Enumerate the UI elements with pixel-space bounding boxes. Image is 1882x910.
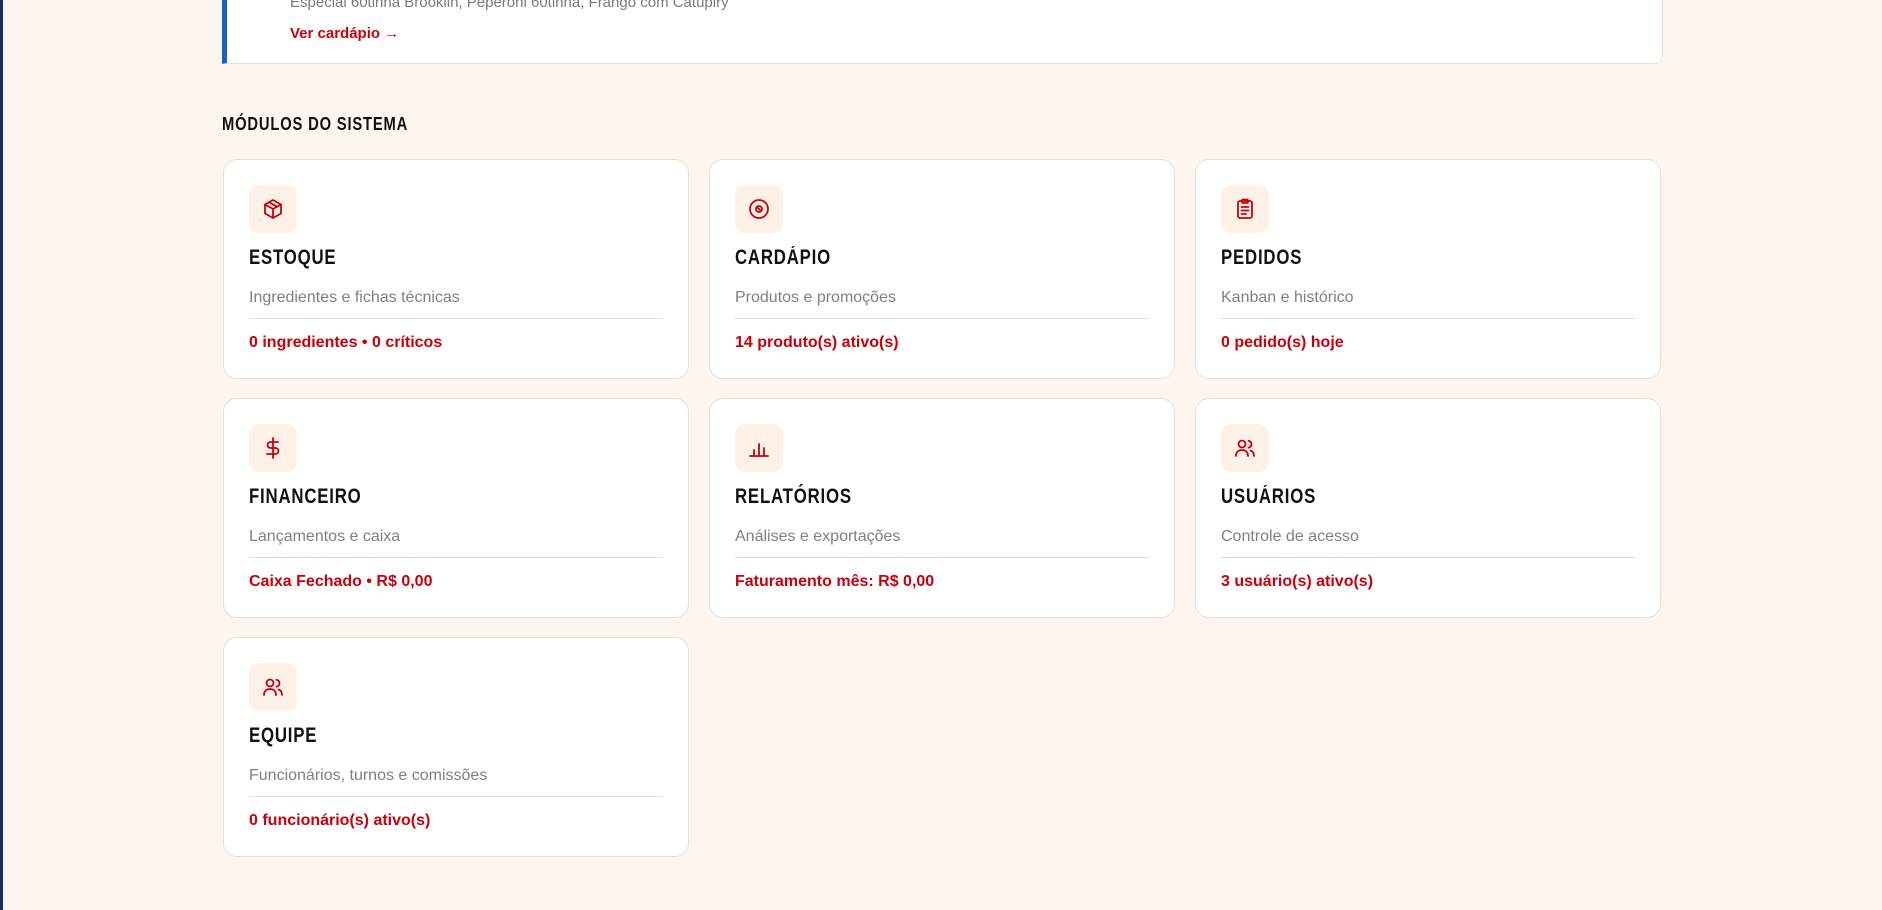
- module-description: Funcionários, turnos e comissões: [249, 767, 488, 784]
- module-description: Análises e exportações: [735, 528, 901, 545]
- section-title: MÓDULOS DO SISTEMA: [222, 114, 409, 134]
- box-icon: [249, 185, 297, 233]
- modules-grid: ESTOQUE Ingredientes e fichas técnicas 0…: [223, 159, 1663, 857]
- divider: [1221, 557, 1635, 558]
- module-stat: Caixa Fechado • R$ 0,00: [249, 573, 433, 590]
- module-card-cardapio[interactable]: CARDÁPIO Produtos e promoções 14 produto…: [709, 159, 1175, 379]
- divider: [735, 318, 1149, 319]
- module-stat: 0 ingredientes • 0 críticos: [249, 334, 443, 351]
- module-description: Lançamentos e caixa: [249, 528, 401, 545]
- divider: [735, 557, 1149, 558]
- module-title: PEDIDOS: [1221, 246, 1303, 269]
- module-stat: 14 produto(s) ativo(s): [735, 334, 899, 351]
- module-card-equipe[interactable]: EQUIPE Funcionários, turnos e comissões …: [223, 637, 689, 857]
- users-icon: [249, 663, 297, 711]
- divider: [1221, 318, 1635, 319]
- bar-chart-icon: [735, 424, 783, 472]
- clipboard-icon: [1221, 185, 1269, 233]
- divider: [249, 796, 663, 797]
- module-title: FINANCEIRO: [249, 485, 362, 508]
- module-title: EQUIPE: [249, 724, 318, 747]
- module-description: Ingredientes e fichas técnicas: [249, 289, 460, 306]
- promo-text: Especial 60tinha Brooklin, Peperoni 60ti…: [290, 0, 729, 11]
- module-title: RELATÓRIOS: [735, 485, 852, 508]
- module-title: CARDÁPIO: [735, 246, 832, 269]
- left-edge-bar: [0, 0, 3, 910]
- divider: [249, 557, 663, 558]
- dollar-icon: [249, 424, 297, 472]
- module-title: ESTOQUE: [249, 246, 337, 269]
- module-card-estoque[interactable]: ESTOQUE Ingredientes e fichas técnicas 0…: [223, 159, 689, 379]
- module-description: Kanban e histórico: [1221, 289, 1354, 306]
- view-menu-link[interactable]: Ver cardápio →: [290, 25, 399, 42]
- promo-card: Especial 60tinha Brooklin, Peperoni 60ti…: [222, 0, 1663, 64]
- module-description: Controle de acesso: [1221, 528, 1359, 545]
- divider: [249, 318, 663, 319]
- module-stat: Faturamento mês: R$ 0,00: [735, 573, 935, 590]
- module-title: USUÁRIOS: [1221, 485, 1317, 508]
- module-card-relatorios[interactable]: RELATÓRIOS Análises e exportações Fatura…: [709, 398, 1175, 618]
- pizza-icon: [735, 185, 783, 233]
- module-description: Produtos e promoções: [735, 289, 896, 306]
- module-card-pedidos[interactable]: PEDIDOS Kanban e histórico 0 pedido(s) h…: [1195, 159, 1661, 379]
- module-stat: 0 funcionário(s) ativo(s): [249, 812, 431, 829]
- module-card-financeiro[interactable]: FINANCEIRO Lançamentos e caixa Caixa Fec…: [223, 398, 689, 618]
- module-card-usuarios[interactable]: USUÁRIOS Controle de acesso 3 usuário(s)…: [1195, 398, 1661, 618]
- users-icon: [1221, 424, 1269, 472]
- module-stat: 3 usuário(s) ativo(s): [1221, 573, 1374, 590]
- module-stat: 0 pedido(s) hoje: [1221, 334, 1344, 351]
